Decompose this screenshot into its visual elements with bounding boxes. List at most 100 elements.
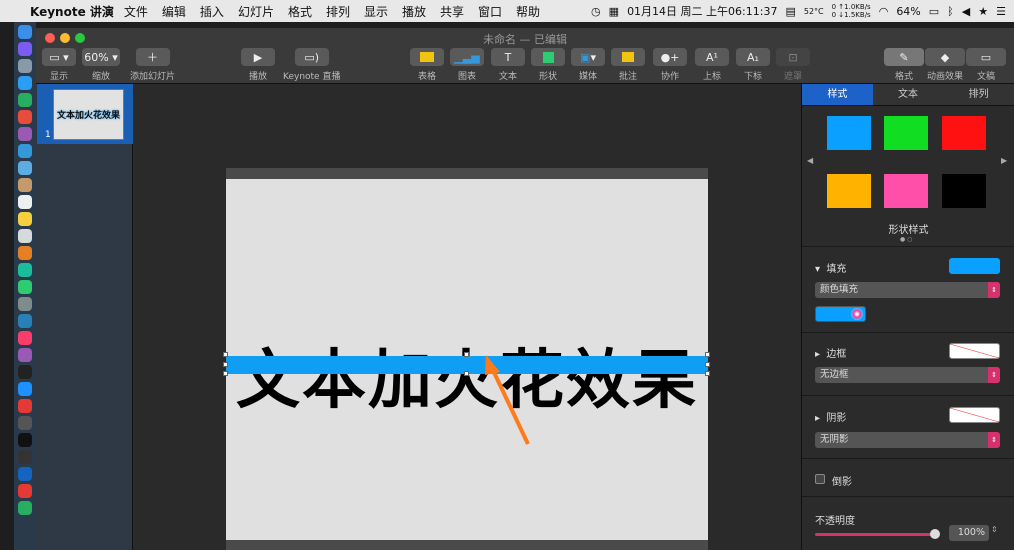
chart-icon[interactable]: ▁▃▅ <box>450 48 484 66</box>
app-green-icon[interactable] <box>18 93 32 107</box>
menu-list-icon[interactable]: ☰ <box>996 5 1006 18</box>
bluetooth-icon[interactable]: ᛒ <box>947 5 954 18</box>
terminal-icon[interactable] <box>18 433 32 447</box>
shape-icon[interactable] <box>531 48 565 66</box>
mail-icon[interactable] <box>18 161 32 175</box>
app-name-menu[interactable]: Keynote 讲演 <box>30 3 114 20</box>
slide[interactable]: 文本加火花效果 <box>223 179 710 541</box>
swatch-prev-icon[interactable]: ◀ <box>807 156 813 165</box>
stepper-icon[interactable]: ⇕ <box>991 525 998 534</box>
notes-icon[interactable] <box>18 178 32 192</box>
page-dots[interactable]: ● ○ <box>900 236 912 243</box>
temperature[interactable]: 52°C <box>804 7 824 16</box>
app-purple-icon[interactable] <box>18 127 32 141</box>
menu-share[interactable]: 共享 <box>440 3 464 20</box>
subscript-tool[interactable]: A₁ 下标 <box>736 48 770 82</box>
maps-icon[interactable] <box>18 144 32 158</box>
format-tool[interactable]: ✎ 格式 <box>884 48 924 82</box>
add-slide-tool[interactable]: ＋ 添加幻灯片 <box>130 48 175 82</box>
fill-section[interactable]: ▾ 填充 <box>815 260 846 275</box>
appstore-icon[interactable] <box>18 382 32 396</box>
podcasts-icon[interactable] <box>18 348 32 362</box>
menu-file[interactable]: 文件 <box>124 3 148 20</box>
tab-style[interactable]: 样式 <box>802 84 873 105</box>
vpn-icon[interactable] <box>18 467 32 481</box>
collaborate-icon[interactable]: ●+ <box>653 48 687 66</box>
superscript-icon[interactable]: A¹ <box>695 48 729 66</box>
tv-icon[interactable] <box>18 365 32 379</box>
menu-slide[interactable]: 幻灯片 <box>238 3 274 20</box>
clock-icon[interactable]: ◷ <box>591 5 601 18</box>
mask-tool[interactable]: ⊡ 遮罩 <box>776 48 810 82</box>
style-swatch-black[interactable] <box>942 174 986 208</box>
menu-play[interactable]: 播放 <box>402 3 426 20</box>
launchpad-icon[interactable] <box>18 59 32 73</box>
text-icon[interactable]: T <box>491 48 525 66</box>
battery-icon[interactable]: ▭ <box>929 5 939 18</box>
color-app-icon[interactable] <box>18 246 32 260</box>
volume-icon[interactable]: ◀ <box>962 5 970 18</box>
yandex-icon[interactable] <box>18 484 32 498</box>
view-tool[interactable]: ▭ ▾ 显示 <box>42 48 76 82</box>
fill-color-picker[interactable] <box>815 306 866 322</box>
screenshot-icon[interactable] <box>18 297 32 311</box>
shadow-type-select[interactable]: 无阴影 ⇕ <box>815 432 1000 448</box>
shape-tool[interactable]: 形状 <box>531 48 565 82</box>
reflection-checkbox[interactable] <box>815 474 825 484</box>
tab-arrange[interactable]: 排列 <box>943 84 1014 105</box>
star-icon[interactable]: ★ <box>978 5 988 18</box>
slide-thumbnail[interactable]: 文本加火花效果 <box>53 89 124 140</box>
slide-thumbnail-selected[interactable]: 文本加火花效果 1 <box>37 84 133 144</box>
style-swatch-pink[interactable] <box>884 174 928 208</box>
shadow-section[interactable]: ▸ 阴影 <box>815 409 846 424</box>
color-wheel-icon[interactable] <box>851 308 863 320</box>
animate-icon[interactable]: ◆ <box>925 48 965 66</box>
swatch-next-icon[interactable]: ▶ <box>1001 156 1007 165</box>
menu-view[interactable]: 显示 <box>364 3 388 20</box>
fill-color-well[interactable] <box>949 258 1000 274</box>
datetime[interactable]: 01月14日 周二 上午06:11:37 <box>627 3 777 19</box>
play-icon[interactable]: ▶ <box>241 48 275 66</box>
document-tool[interactable]: ▭ 文稿 <box>966 48 1006 82</box>
vivaldi-icon[interactable] <box>18 399 32 413</box>
keynote-live-tool[interactable]: ▭) Keynote 直播 <box>283 48 340 82</box>
stickies-icon[interactable] <box>18 212 32 226</box>
keynote-live-icon[interactable]: ▭) <box>294 48 329 66</box>
chart-tool[interactable]: ▁▃▅ 图表 <box>450 48 484 82</box>
subscript-icon[interactable]: A₁ <box>736 48 770 66</box>
superscript-tool[interactable]: A¹ 上标 <box>695 48 729 82</box>
comment-tool[interactable]: 批注 <box>611 48 645 82</box>
menu-arrange[interactable]: 排列 <box>326 3 350 20</box>
style-swatch-blue[interactable] <box>827 116 871 150</box>
plus-icon[interactable]: ＋ <box>135 48 170 66</box>
photos-icon[interactable] <box>18 229 32 243</box>
text-tool[interactable]: T 文本 <box>491 48 525 82</box>
battery-percent[interactable]: 64% <box>896 5 920 18</box>
table-tool[interactable]: 表格 <box>410 48 444 82</box>
border-color-well[interactable] <box>949 343 1000 359</box>
calendar-icon[interactable]: ▦ <box>609 5 619 18</box>
menu-window[interactable]: 窗口 <box>478 3 502 20</box>
monitor-icon[interactable] <box>18 416 32 430</box>
style-swatch-orange[interactable] <box>827 174 871 208</box>
wechat-small-icon[interactable] <box>18 501 32 515</box>
tab-text[interactable]: 文本 <box>872 84 944 105</box>
shadow-color-well[interactable] <box>949 407 1000 423</box>
keynote-icon[interactable] <box>18 314 32 328</box>
opacity-slider[interactable] <box>815 533 935 536</box>
safari-icon[interactable] <box>18 76 32 90</box>
network-speed[interactable]: 0 ↑1.0KB/s 0 ↓1.5KB/s <box>832 3 871 19</box>
view-icon[interactable]: ▭ ▾ <box>42 48 76 66</box>
border-type-select[interactable]: 无边框 ⇕ <box>815 367 1000 383</box>
menu-help[interactable]: 帮助 <box>516 3 540 20</box>
style-swatch-green[interactable] <box>884 116 928 150</box>
music-icon[interactable] <box>18 331 32 345</box>
table-icon[interactable] <box>410 48 444 66</box>
menu-insert[interactable]: 插入 <box>200 3 224 20</box>
zoom-select[interactable]: 60% ▾ <box>82 48 120 66</box>
input-method-icon[interactable]: ▤ <box>785 5 795 18</box>
menu-edit[interactable]: 编辑 <box>162 3 186 20</box>
menu-format[interactable]: 格式 <box>288 3 312 20</box>
zoom-tool[interactable]: 60% ▾ 缩放 <box>82 48 120 82</box>
media-icon[interactable]: ▣ ▾ <box>571 48 605 66</box>
